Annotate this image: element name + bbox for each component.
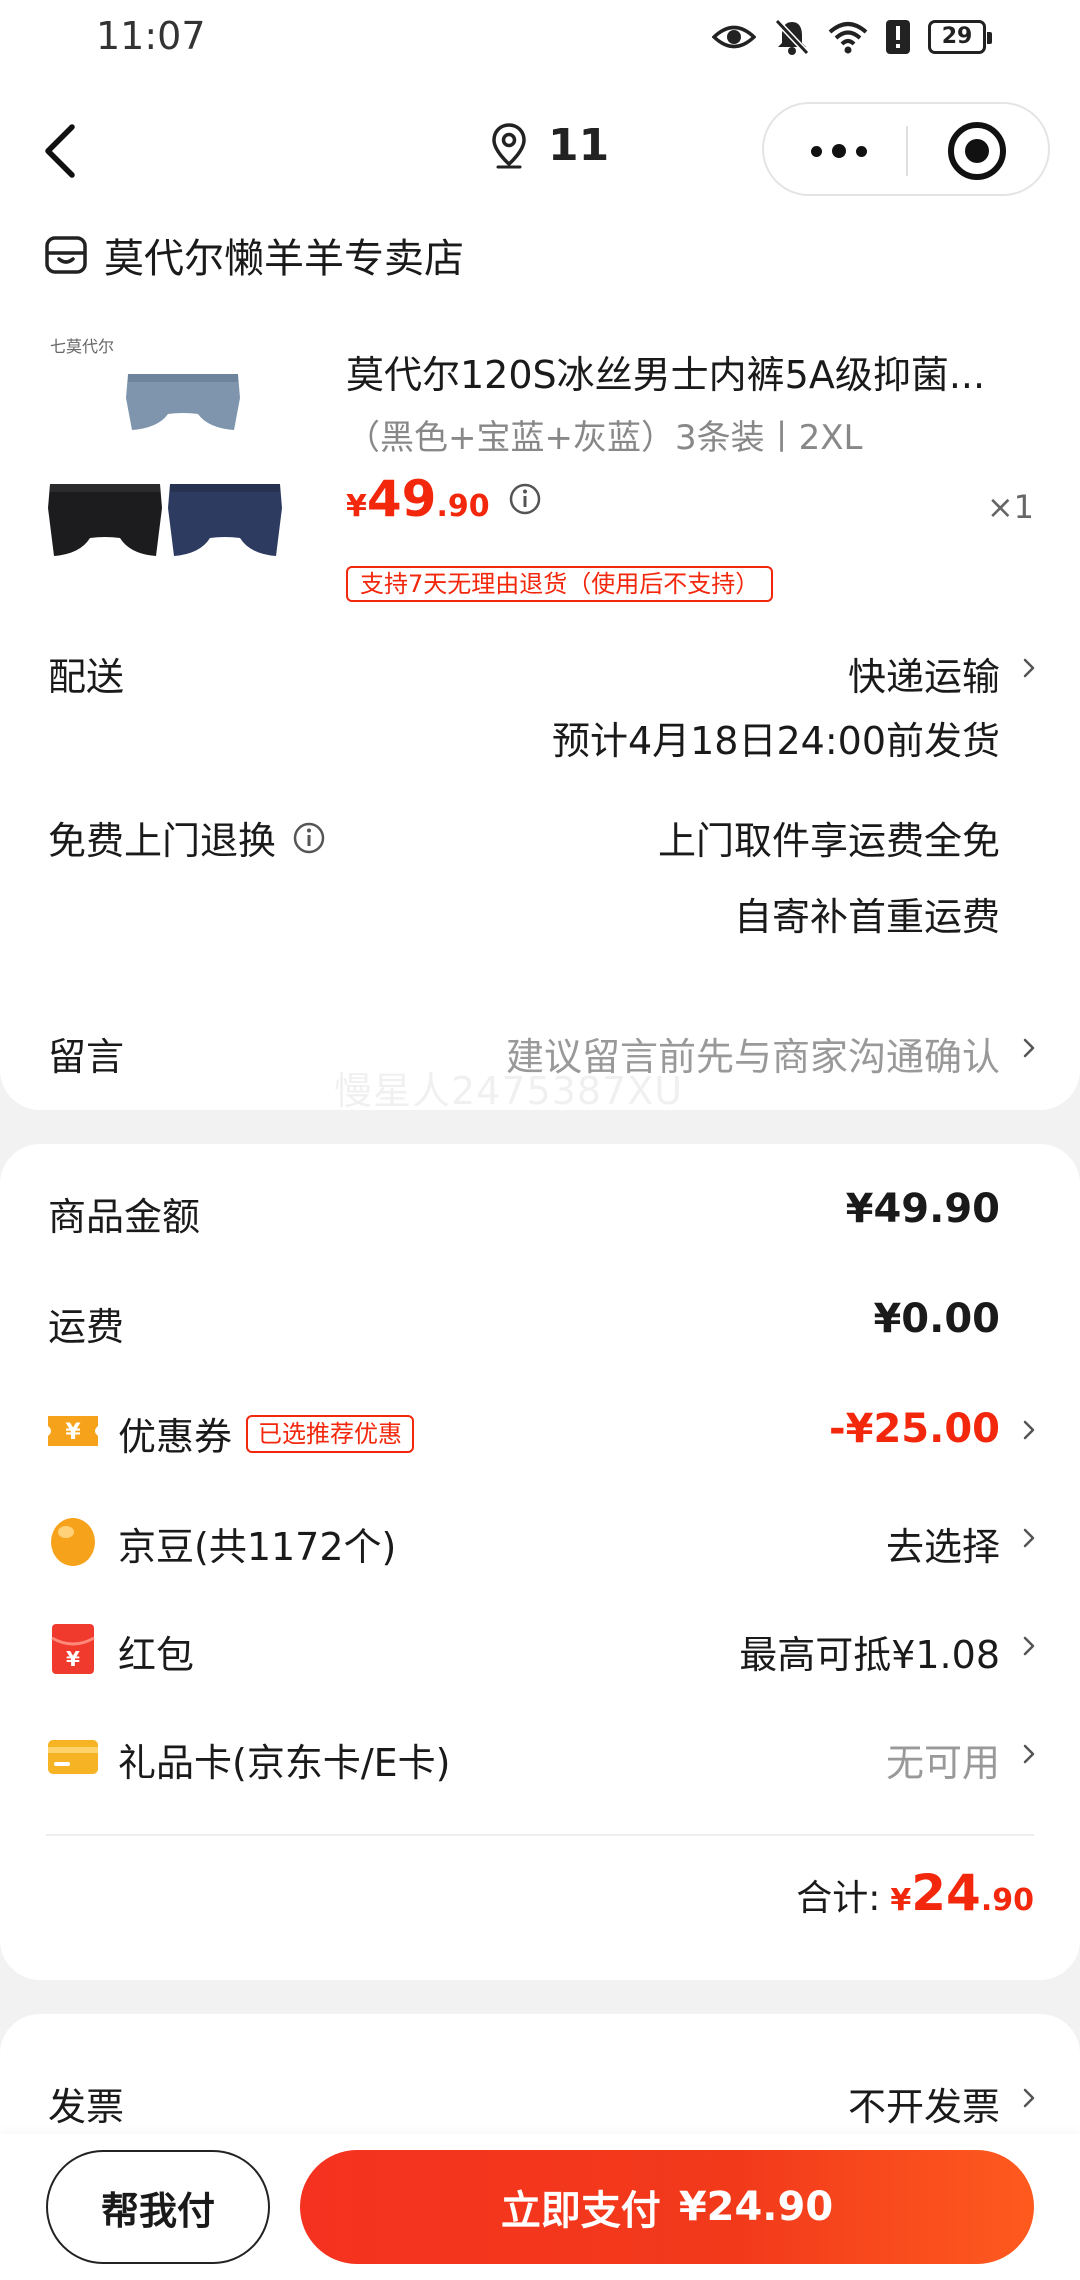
product-title[interactable]: 莫代尔120S冰丝男士内裤5A级抑菌... xyxy=(346,344,1006,399)
product-image[interactable]: 七莫代尔 xyxy=(48,332,310,594)
pay-now-label: 立即支付 xyxy=(500,2188,661,2234)
jingdou-icon xyxy=(51,1518,95,1566)
bottom-action-bar: 帮我付 立即支付 ¥24.90 xyxy=(0,2134,1080,2280)
redpacket-label: 红包 xyxy=(118,1633,195,1677)
goods-amount-label: 商品金额 xyxy=(48,1195,201,1239)
redpacket-value[interactable]: 最高可抵¥1.08 xyxy=(739,1624,1000,1679)
jingdou-action[interactable]: 去选择 xyxy=(886,1516,1000,1571)
invoice-value[interactable]: 不开发票 xyxy=(848,2076,1000,2131)
redpacket-icon: ¥ xyxy=(51,1624,95,1674)
free-return-line1: 上门取件享运费全免 xyxy=(657,819,1000,863)
store-icon xyxy=(45,236,87,274)
capsule-divider xyxy=(906,126,908,176)
location-selector[interactable]: 11 xyxy=(490,120,609,171)
coupon-tag: 已选推荐优惠 xyxy=(246,1414,415,1453)
price-symbol: ¥ xyxy=(346,489,367,524)
location-count: 11 xyxy=(548,120,610,171)
free-return-row: 免费上门退换 xyxy=(48,810,326,865)
watermark: 慢星人2475387XU xyxy=(334,1069,684,1113)
location-pin-icon xyxy=(492,122,526,168)
product-spec: （黑色+宝蓝+灰蓝）3条装丨2XL xyxy=(346,418,863,458)
giftcard-value[interactable]: 无可用 xyxy=(886,1732,1000,1787)
shipping-label: 运费 xyxy=(48,1305,125,1349)
product-price: ¥ 49 .90 xyxy=(346,470,542,528)
price-decimal: .90 xyxy=(436,489,490,524)
delivery-method[interactable]: 快递运输 xyxy=(848,646,1000,701)
shipping-amount: ¥0.00 xyxy=(873,1296,1000,1342)
jingdou-row[interactable]: 京豆(共1172个) xyxy=(118,1516,396,1571)
invoice-label: 发票 xyxy=(48,2085,125,2129)
goods-amount: ¥49.90 xyxy=(845,1186,1000,1232)
message-label: 留言 xyxy=(48,1035,125,1079)
summary-divider xyxy=(46,1834,1034,1836)
back-arrow-icon xyxy=(45,124,75,178)
free-return-line2: 自寄补首重运费 xyxy=(733,895,1000,939)
coupon-icon: ¥ xyxy=(48,1416,98,1446)
delivery-label: 配送 xyxy=(48,655,125,699)
jingdou-chevron-icon[interactable] xyxy=(1018,1518,1042,1558)
status-time: 11:07 xyxy=(96,14,206,58)
free-return-label: 免费上门退换 xyxy=(48,819,277,863)
return-policy-tag: 支持7天无理由退货（使用后不支持） xyxy=(346,566,774,602)
coupon-label: 优惠券 xyxy=(118,1415,233,1459)
jingdou-label: 京豆(共1172个) xyxy=(118,1525,397,1569)
product-brand-text: 七莫代尔 xyxy=(50,337,114,356)
total-integer: 24 xyxy=(911,1864,981,1922)
pay-now-amount: ¥24.90 xyxy=(678,2184,834,2230)
alert-icon xyxy=(886,20,910,54)
total-decimal: .90 xyxy=(980,1883,1034,1918)
coupon-row[interactable]: 优惠券 已选推荐优惠 xyxy=(118,1406,415,1461)
invoice-chevron-icon[interactable] xyxy=(1018,2078,1042,2118)
wifi-icon xyxy=(828,22,868,54)
shop-name: 莫代尔懒羊羊专卖店 xyxy=(104,236,464,282)
total-row: 合计: ¥ 24 .90 xyxy=(796,1864,1034,1922)
battery-icon: 29 xyxy=(928,20,992,54)
delivery-estimate: 预计4月18日24:00前发货 xyxy=(551,719,1000,763)
redpacket-chevron-icon[interactable] xyxy=(1018,1626,1042,1666)
back-button[interactable] xyxy=(30,116,90,186)
free-return-info-icon[interactable] xyxy=(292,821,326,855)
status-icons: 29 xyxy=(712,18,992,56)
checkout-page: 11:07 29 11 莫代尔懒羊羊专卖店 七莫代尔 莫代尔120S冰丝男士内裤… xyxy=(0,0,1080,2280)
total-symbol: ¥ xyxy=(890,1883,912,1918)
price-info-icon[interactable] xyxy=(508,482,542,516)
price-summary-card: 商品金额 ¥49.90 运费 ¥0.00 ¥ 优惠券 已选推荐优惠 -¥25.0… xyxy=(0,1144,1080,1980)
nav-bar: 11 xyxy=(0,80,1080,220)
help-pay-button[interactable]: 帮我付 xyxy=(46,2150,270,2264)
giftcard-chevron-icon[interactable] xyxy=(1018,1734,1042,1774)
order-item-card: 莫代尔懒羊羊专卖店 七莫代尔 莫代尔120S冰丝男士内裤5A级抑菌... （黑色… xyxy=(0,220,1080,1113)
product-quantity: ×1 xyxy=(986,488,1034,526)
miniprogram-capsule xyxy=(762,102,1050,196)
coupon-amount[interactable]: -¥25.00 xyxy=(829,1406,1000,1452)
more-dots-icon[interactable] xyxy=(802,132,876,170)
giftcard-row[interactable]: 礼品卡(京东卡/E卡) xyxy=(118,1732,450,1787)
status-bar: 11:07 29 xyxy=(0,0,1080,80)
shop-header[interactable]: 莫代尔懒羊羊专卖店 xyxy=(44,226,464,284)
price-integer: 49 xyxy=(366,470,437,528)
giftcard-label: 礼品卡(京东卡/E卡) xyxy=(118,1741,451,1785)
message-chevron-icon[interactable] xyxy=(1018,1028,1042,1068)
pay-now-button[interactable]: 立即支付 ¥24.90 xyxy=(300,2150,1034,2264)
eye-icon xyxy=(712,25,756,49)
redpacket-row[interactable]: 红包 xyxy=(118,1624,194,1679)
coupon-chevron-icon[interactable] xyxy=(1018,1410,1042,1450)
giftcard-icon xyxy=(48,1740,98,1774)
delivery-chevron-icon[interactable] xyxy=(1018,648,1042,688)
close-circle-icon[interactable] xyxy=(948,122,1006,180)
bell-muted-icon xyxy=(774,18,810,56)
invoice-card[interactable]: 发票 不开发票 xyxy=(0,2014,1080,2144)
svg-text:¥: ¥ xyxy=(65,1420,81,1445)
svg-text:¥: ¥ xyxy=(66,1647,80,1671)
total-label: 合计: xyxy=(796,1878,881,1919)
